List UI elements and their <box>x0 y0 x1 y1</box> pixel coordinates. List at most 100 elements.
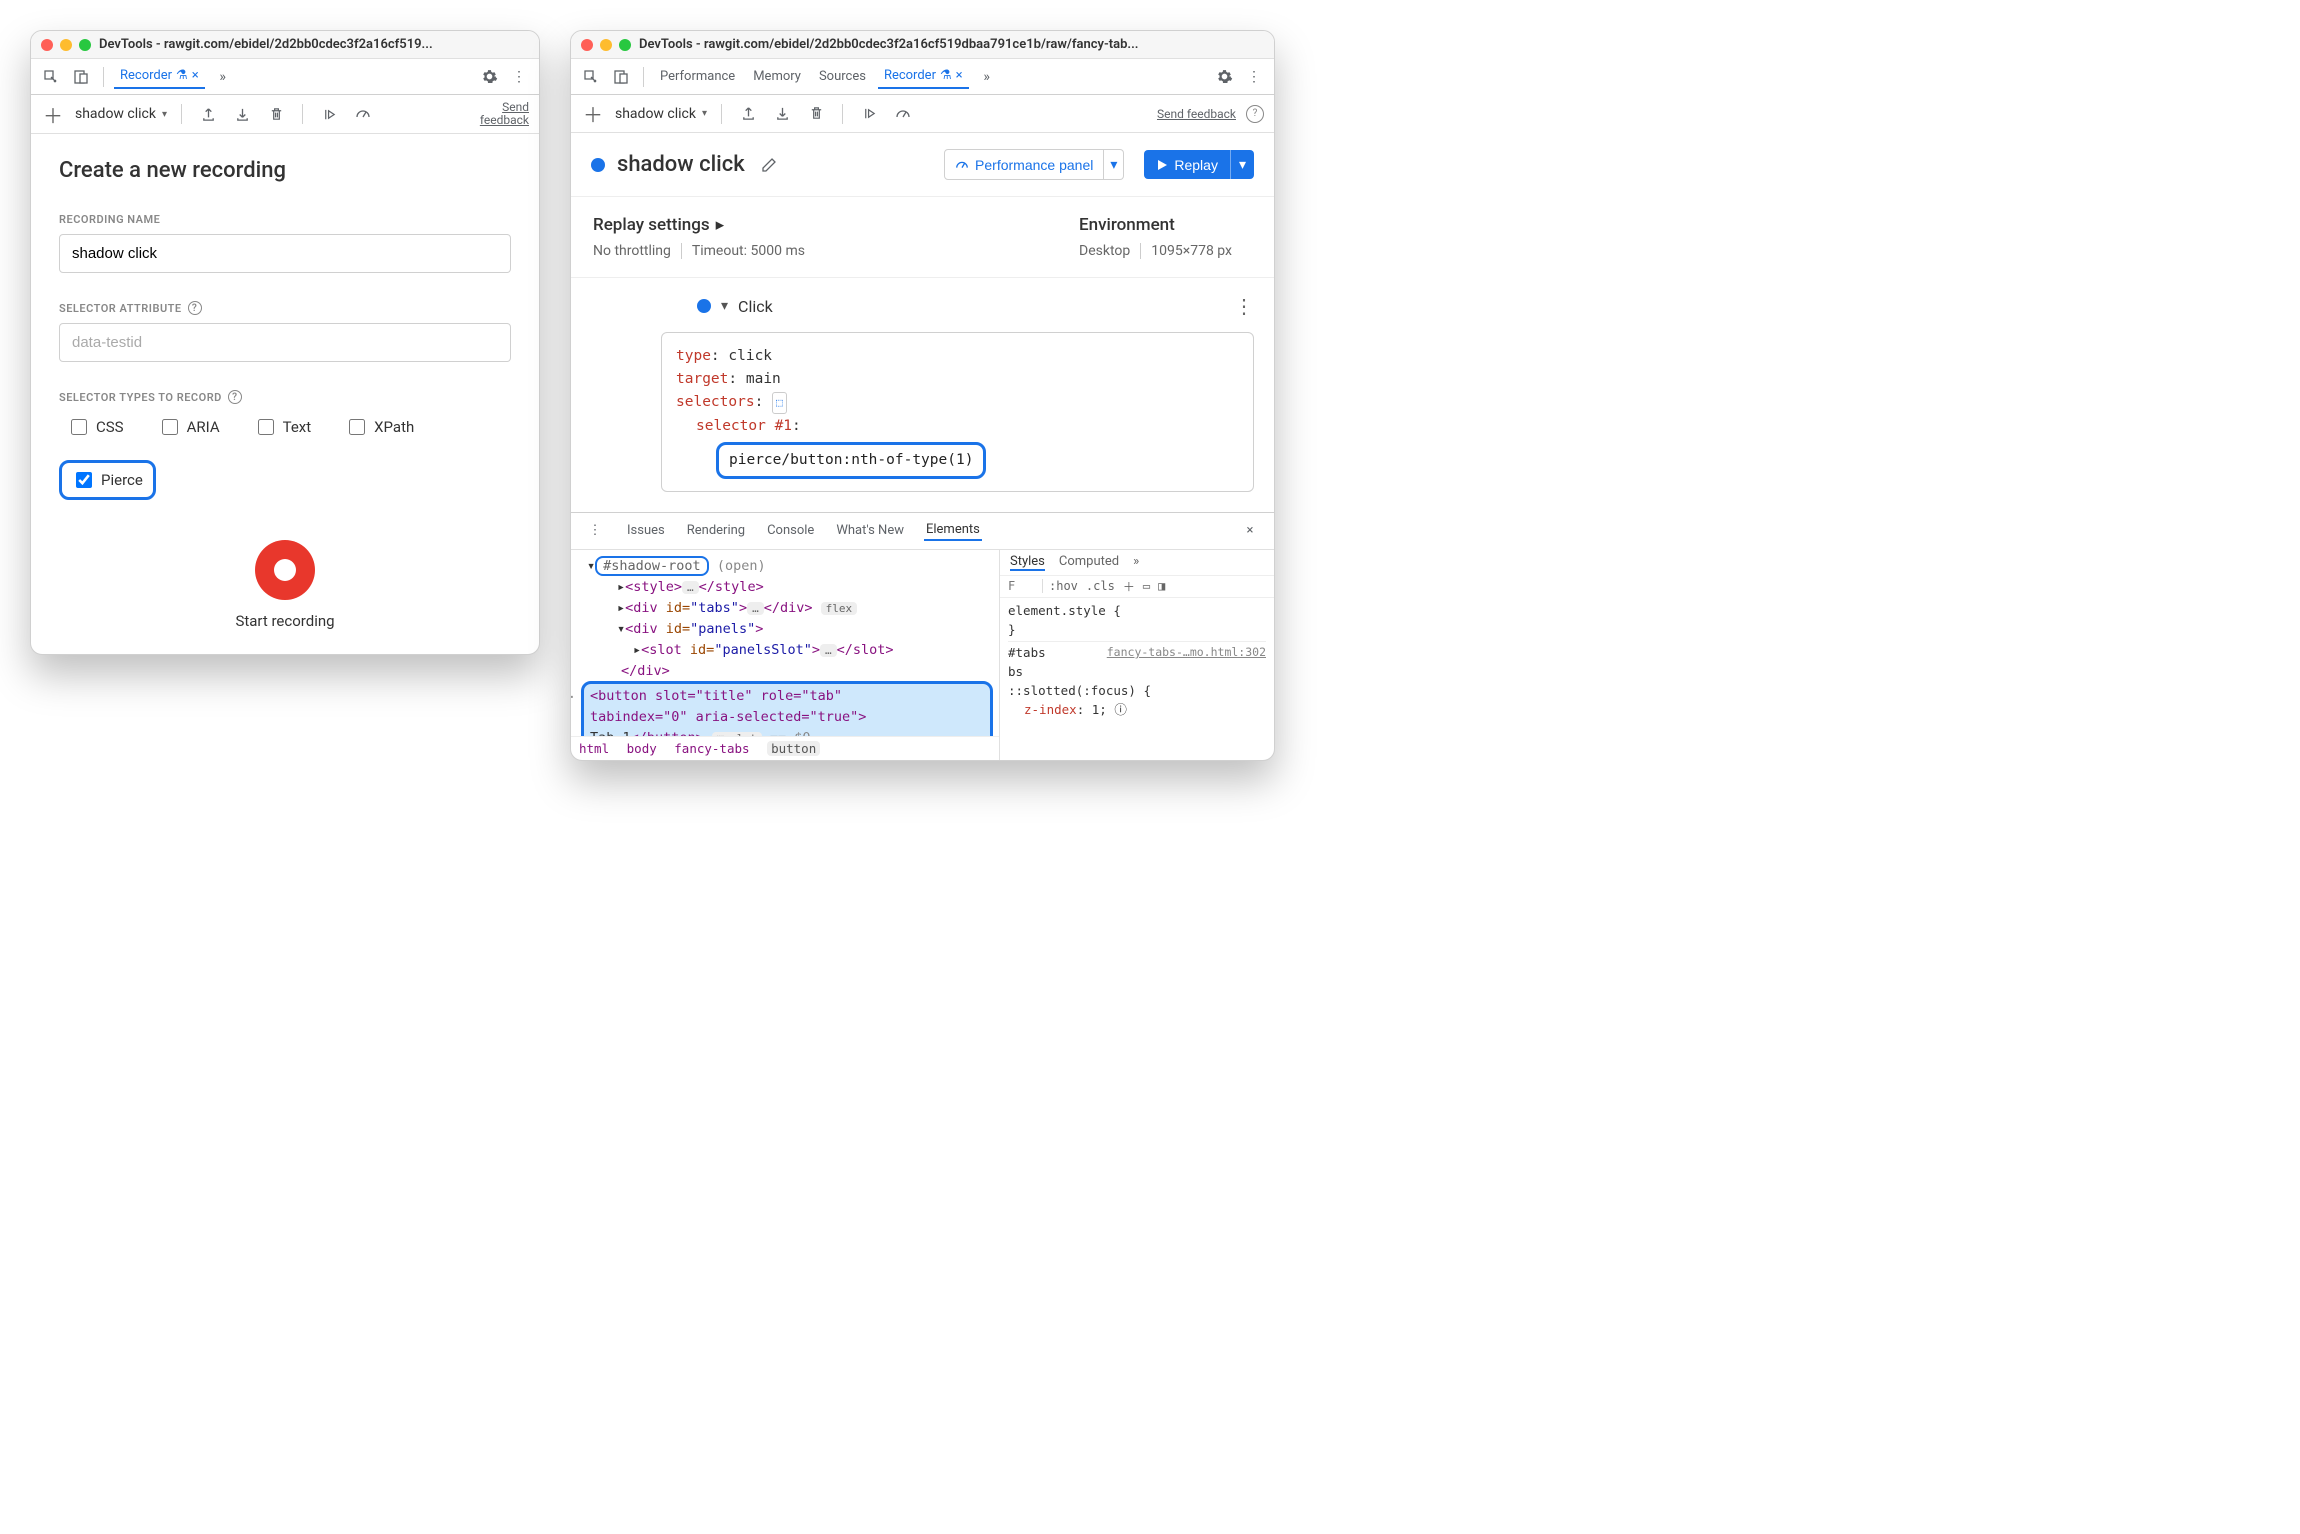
checkbox-xpath[interactable]: XPath <box>337 412 422 442</box>
cls-toggle[interactable]: .cls <box>1086 579 1115 593</box>
replay-settings-header[interactable]: Replay settings ▸ <box>593 215 825 235</box>
ellipsis-icon[interactable]: ⋯ <box>571 687 573 708</box>
tab-sources[interactable]: Sources <box>813 65 872 88</box>
recording-status-icon <box>591 158 605 172</box>
step-menu-icon[interactable]: ⋮ <box>1234 294 1254 318</box>
checkbox-text-input[interactable] <box>258 419 274 435</box>
slot-badge[interactable]: ⬚ slot <box>712 732 762 736</box>
selector-attribute-input[interactable] <box>59 323 511 362</box>
edit-icon[interactable] <box>757 153 781 177</box>
checkbox-text[interactable]: Text <box>246 412 320 442</box>
source-link[interactable]: fancy-tabs-…mo.html:302 <box>1107 644 1266 661</box>
checkbox-xpath-input[interactable] <box>349 419 365 435</box>
kebab-menu-icon[interactable]: ⋮ <box>507 65 531 89</box>
drawer-menu-icon[interactable]: ⋮ <box>583 519 607 543</box>
close-window-icon[interactable] <box>41 39 53 51</box>
checkbox-css-input[interactable] <box>71 419 87 435</box>
checkbox-css[interactable]: CSS <box>59 412 132 442</box>
drawer-tab-elements[interactable]: Elements <box>924 520 982 541</box>
more-tabs-icon[interactable]: » <box>211 65 235 89</box>
new-recording-icon[interactable]: ＋ <box>41 102 65 126</box>
import-icon[interactable] <box>230 102 254 126</box>
minimize-window-icon[interactable] <box>60 39 72 51</box>
speed-icon[interactable] <box>351 102 375 126</box>
chevron-down-icon[interactable]: ▾ <box>721 298 728 314</box>
elements-tree[interactable]: ▾#shadow-root (open) ▸<style>…</style> ▸… <box>571 550 999 736</box>
drawer-tab-whatsnew[interactable]: What's New <box>834 521 906 540</box>
computed-styles-icon[interactable]: ▭ <box>1143 579 1150 593</box>
styles-tab-computed[interactable]: Computed <box>1059 554 1119 571</box>
more-tabs-icon[interactable]: » <box>975 65 999 89</box>
maximize-window-icon[interactable] <box>619 39 631 51</box>
device-toolbar-icon[interactable] <box>69 65 93 89</box>
close-tab-icon[interactable]: × <box>192 68 199 83</box>
tab-performance[interactable]: Performance <box>654 65 741 88</box>
drawer-tab-issues[interactable]: Issues <box>625 521 667 540</box>
tab-recorder[interactable]: Recorder ⚗ × <box>878 64 969 89</box>
recording-name-input[interactable] <box>59 234 511 273</box>
inspect-element-icon[interactable] <box>39 65 63 89</box>
styles-body[interactable]: element.style { } fancy-tabs-…mo.html:30… <box>1000 598 1274 724</box>
drawer-tab-rendering[interactable]: Rendering <box>685 521 747 540</box>
chevron-down-icon[interactable]: ▾ <box>162 109 167 120</box>
export-icon[interactable] <box>736 102 760 126</box>
tab-memory[interactable]: Memory <box>747 65 807 88</box>
import-icon[interactable] <box>770 102 794 126</box>
help-icon[interactable]: ? <box>1246 105 1264 123</box>
hov-toggle[interactable]: :hov <box>1042 579 1078 593</box>
step-header[interactable]: ▾ Click ⋮ <box>571 290 1274 322</box>
select-element-icon[interactable]: ⬚ <box>772 392 787 414</box>
recording-select-label[interactable]: shadow click <box>75 106 156 122</box>
play-icon[interactable] <box>317 102 341 126</box>
minimize-window-icon[interactable] <box>600 39 612 51</box>
delete-icon[interactable] <box>264 102 288 126</box>
crumb-button[interactable]: button <box>767 741 820 756</box>
device-toolbar-icon[interactable] <box>609 65 633 89</box>
help-icon[interactable]: ? <box>188 301 202 315</box>
close-window-icon[interactable] <box>581 39 593 51</box>
settings-icon[interactable] <box>477 65 501 89</box>
new-recording-icon[interactable]: ＋ <box>581 102 605 126</box>
checkbox-pierce-input[interactable] <box>76 472 92 488</box>
inspect-element-icon[interactable] <box>579 65 603 89</box>
checkbox-aria[interactable]: ARIA <box>150 412 228 442</box>
styles-filter-input[interactable] <box>1006 578 1034 594</box>
flex-badge[interactable]: flex <box>821 602 858 615</box>
crumb-fancy-tabs[interactable]: fancy-tabs <box>674 741 749 756</box>
checkbox-pierce[interactable]: Pierce <box>59 460 156 500</box>
play-icon[interactable] <box>857 102 881 126</box>
drawer: ⋮ Issues Rendering Console What's New El… <box>571 512 1274 760</box>
env-dims: 1095×778 px <box>1151 243 1242 259</box>
styles-tab-styles[interactable]: Styles <box>1010 554 1045 571</box>
send-feedback-link[interactable]: Send feedback <box>479 101 529 127</box>
more-tabs-icon[interactable]: » <box>1133 554 1139 571</box>
info-icon[interactable]: ⓘ <box>1114 702 1127 717</box>
toggle-sidebar-icon[interactable]: ◨ <box>1158 579 1165 593</box>
send-feedback-link[interactable]: Send feedback <box>1157 107 1236 121</box>
chevron-right-icon: ▸ <box>716 215 725 235</box>
speed-icon[interactable] <box>891 102 915 126</box>
replay-dropdown[interactable]: ▾ <box>1230 150 1254 179</box>
new-style-rule-icon[interactable]: ＋ <box>1123 578 1135 595</box>
delete-icon[interactable] <box>804 102 828 126</box>
record-button[interactable] <box>255 540 315 600</box>
help-icon[interactable]: ? <box>228 390 242 404</box>
maximize-window-icon[interactable] <box>79 39 91 51</box>
drawer-tab-console[interactable]: Console <box>765 521 816 540</box>
settings-icon[interactable] <box>1212 65 1236 89</box>
close-tab-icon[interactable]: × <box>956 68 963 83</box>
kebab-menu-icon[interactable]: ⋮ <box>1242 65 1266 89</box>
close-drawer-icon[interactable]: × <box>1238 519 1262 543</box>
selected-element[interactable]: <button slot="title" role="tab" tabindex… <box>581 681 993 735</box>
performance-panel-button[interactable]: Performance panel <box>944 149 1104 180</box>
checkbox-aria-input[interactable] <box>162 419 178 435</box>
crumb-body[interactable]: body <box>627 741 657 756</box>
selector-value[interactable]: pierce/button:nth-of-type(1) <box>716 442 986 479</box>
performance-panel-dropdown[interactable]: ▾ <box>1104 149 1124 180</box>
crumb-html[interactable]: html <box>579 741 609 756</box>
recording-select-label[interactable]: shadow click <box>615 106 696 122</box>
export-icon[interactable] <box>196 102 220 126</box>
tab-recorder[interactable]: Recorder ⚗ × <box>114 64 205 89</box>
chevron-down-icon[interactable]: ▾ <box>702 108 707 119</box>
replay-button[interactable]: Replay <box>1144 150 1230 179</box>
